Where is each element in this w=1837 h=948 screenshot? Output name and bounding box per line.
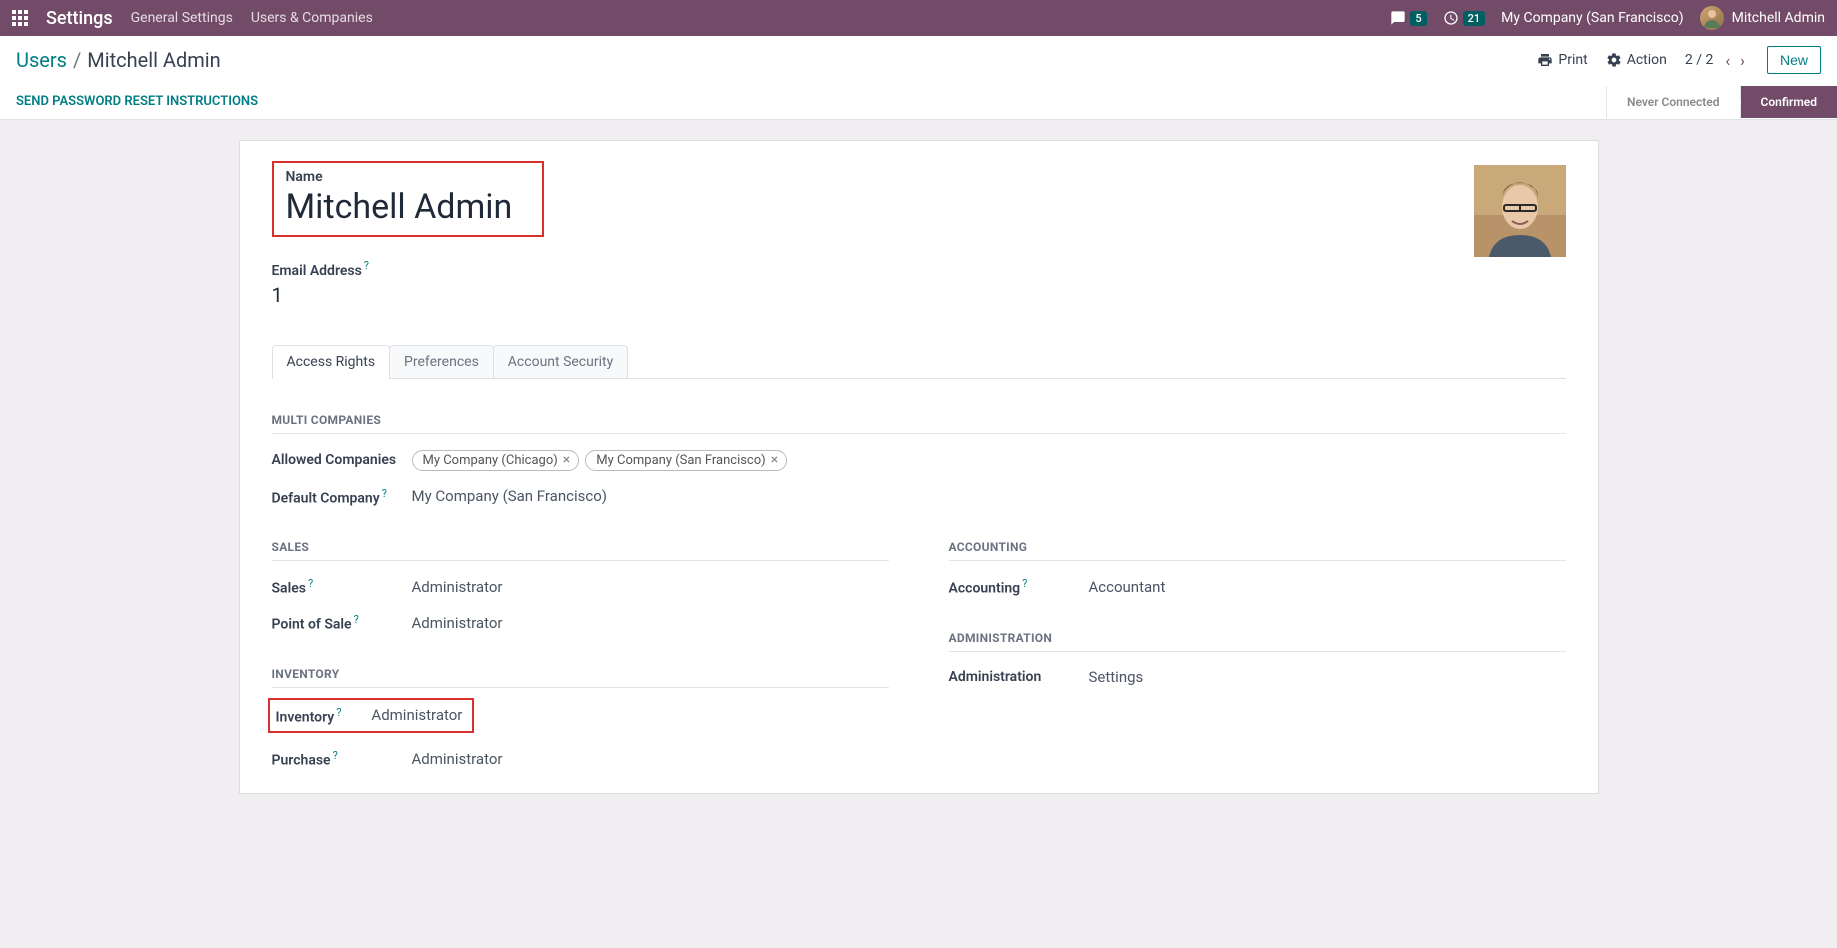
gear-icon xyxy=(1606,52,1622,68)
print-icon xyxy=(1537,52,1553,68)
pager-next[interactable]: › xyxy=(1736,51,1749,70)
form-tabs: Access Rights Preferences Account Securi… xyxy=(272,345,1566,379)
nav-users-companies[interactable]: Users & Companies xyxy=(251,10,373,26)
messaging-icon[interactable]: 5 xyxy=(1390,10,1426,26)
purchase-label: Purchase? xyxy=(272,749,402,769)
form-sheet: Name Mitchell Admin Email Address? 1 Acc… xyxy=(239,140,1599,794)
pos-value[interactable]: Administrator xyxy=(412,614,503,632)
company-tag: My Company (San Francisco) × xyxy=(585,450,787,471)
help-icon[interactable]: ? xyxy=(354,613,359,626)
company-switcher[interactable]: My Company (San Francisco) xyxy=(1501,10,1683,26)
activity-icon[interactable]: 21 xyxy=(1443,10,1486,26)
help-icon[interactable]: ? xyxy=(308,577,313,590)
purchase-value[interactable]: Administrator xyxy=(412,750,503,768)
help-icon[interactable]: ? xyxy=(1022,577,1027,590)
breadcrumb-current: Mitchell Admin xyxy=(87,48,220,72)
name-field-highlighted: Name Mitchell Admin xyxy=(272,161,545,237)
tab-access-rights[interactable]: Access Rights xyxy=(272,345,391,379)
pos-label: Point of Sale? xyxy=(272,613,402,633)
name-value[interactable]: Mitchell Admin xyxy=(286,187,513,227)
breadcrumb-separator: / xyxy=(73,48,81,72)
pager-value: 2 / 2 xyxy=(1685,52,1713,68)
help-icon[interactable]: ? xyxy=(364,259,369,272)
company-tag: My Company (Chicago) × xyxy=(412,450,580,471)
accounting-label: Accounting? xyxy=(949,577,1079,597)
pager-prev[interactable]: ‹ xyxy=(1721,51,1734,70)
chat-count: 5 xyxy=(1410,11,1426,26)
administration-label: Administration xyxy=(949,669,1079,685)
status-confirmed[interactable]: Confirmed xyxy=(1740,86,1837,118)
status-never-connected[interactable]: Never Connected xyxy=(1606,86,1740,118)
allowed-companies-value[interactable]: My Company (Chicago) × My Company (San F… xyxy=(412,450,788,471)
breadcrumb-root[interactable]: Users xyxy=(16,48,67,72)
help-icon[interactable]: ? xyxy=(336,706,341,719)
name-label: Name xyxy=(286,169,513,185)
user-name: Mitchell Admin xyxy=(1732,10,1825,26)
section-multi-companies: Multi Companies xyxy=(272,413,1566,434)
section-administration: Administration xyxy=(949,631,1566,652)
avatar-icon xyxy=(1700,6,1724,30)
section-accounting: Accounting xyxy=(949,540,1566,561)
inventory-field-highlighted: Inventory? Administrator xyxy=(268,698,475,734)
chat-icon xyxy=(1390,10,1406,26)
sales-value[interactable]: Administrator xyxy=(412,578,503,596)
activity-count: 21 xyxy=(1463,11,1486,26)
send-password-reset-button[interactable]: Send Password Reset Instructions xyxy=(0,84,274,119)
allowed-companies-label: Allowed Companies xyxy=(272,452,402,468)
control-panel: Users / Mitchell Admin Print Action 2 / … xyxy=(0,36,1837,120)
topbar: Settings General Settings Users & Compan… xyxy=(0,0,1837,36)
accounting-value[interactable]: Accountant xyxy=(1089,578,1166,596)
tab-account-security[interactable]: Account Security xyxy=(493,345,628,379)
remove-tag-icon[interactable]: × xyxy=(771,453,778,467)
print-button[interactable]: Print xyxy=(1537,52,1587,68)
default-company-value[interactable]: My Company (San Francisco) xyxy=(412,487,607,505)
user-avatar[interactable] xyxy=(1474,165,1566,257)
status-bar: Never Connected Confirmed xyxy=(1606,86,1837,118)
breadcrumb: Users / Mitchell Admin xyxy=(16,48,221,72)
apps-icon[interactable] xyxy=(12,10,28,26)
section-inventory: Inventory xyxy=(272,667,889,688)
email-value[interactable]: 1 xyxy=(272,283,1566,307)
administration-value[interactable]: Settings xyxy=(1089,668,1144,686)
section-sales: Sales xyxy=(272,540,889,561)
inventory-label: Inventory? xyxy=(276,706,342,726)
remove-tag-icon[interactable]: × xyxy=(563,453,570,467)
help-icon[interactable]: ? xyxy=(382,487,387,500)
tab-preferences[interactable]: Preferences xyxy=(389,345,494,379)
clock-icon xyxy=(1443,10,1459,26)
new-button[interactable]: New xyxy=(1767,46,1821,74)
help-icon[interactable]: ? xyxy=(333,749,338,762)
user-menu[interactable]: Mitchell Admin xyxy=(1700,6,1825,30)
email-label: Email Address xyxy=(272,263,362,279)
pager: 2 / 2 ‹ › xyxy=(1685,51,1749,70)
sales-label: Sales? xyxy=(272,577,402,597)
nav-general-settings[interactable]: General Settings xyxy=(131,10,233,26)
app-title: Settings xyxy=(46,8,113,29)
inventory-value[interactable]: Administrator xyxy=(371,706,462,724)
action-button[interactable]: Action xyxy=(1606,52,1667,68)
default-company-label: Default Company? xyxy=(272,487,402,507)
